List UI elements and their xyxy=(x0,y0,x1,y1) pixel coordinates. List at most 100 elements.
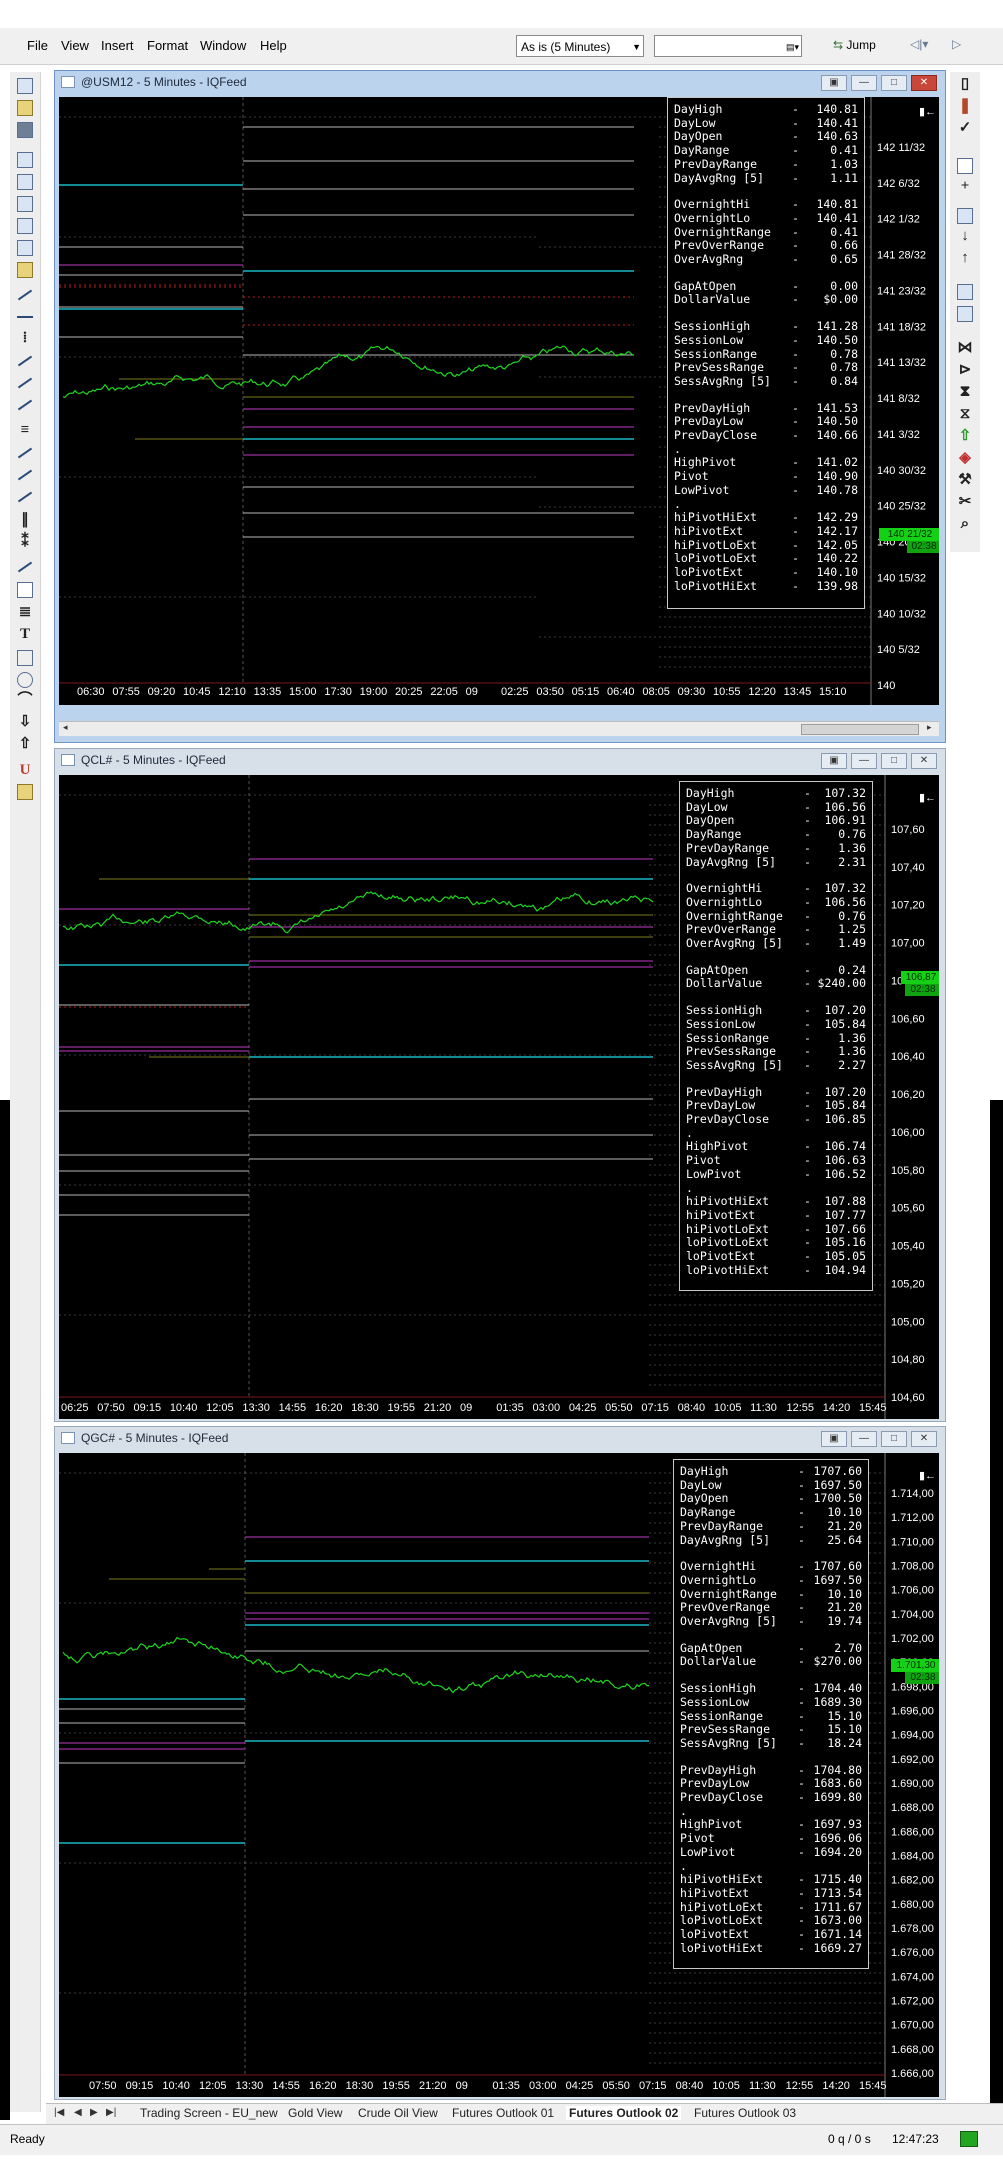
menu-file[interactable]: File xyxy=(27,38,48,53)
window2-icon[interactable] xyxy=(957,306,973,322)
first-sheet-icon[interactable]: |◀ xyxy=(54,2107,64,2118)
arrow-up-icon[interactable]: ⇧ xyxy=(17,736,33,752)
scroll-right-icon[interactable]: ▸ xyxy=(927,722,932,733)
open-folder-icon[interactable] xyxy=(17,100,33,116)
gann-fan-icon[interactable] xyxy=(17,491,33,503)
jump-button[interactable]: ⇆ Jump xyxy=(833,38,876,52)
pencil-icon[interactable] xyxy=(17,561,33,573)
crosshair-icon[interactable]: + xyxy=(957,178,973,194)
maximize-button[interactable]: □ xyxy=(881,75,907,91)
stat-value: 106.85 xyxy=(824,1112,866,1127)
pin-icon[interactable]: ▮← xyxy=(919,791,936,804)
maximize-button[interactable]: □ xyxy=(881,1431,907,1447)
expand-icon[interactable]: ⧖ xyxy=(957,406,973,422)
fan-icon[interactable] xyxy=(17,399,33,411)
cursor-icon[interactable]: ▯ xyxy=(957,76,973,92)
scissors-icon[interactable]: ✂ xyxy=(957,494,973,510)
price-plot[interactable]: 142 11/32 142 6/32 142 1/32 141 28/32 141 23… xyxy=(59,97,939,705)
window-icon[interactable] xyxy=(957,284,973,300)
channel-icon[interactable] xyxy=(17,355,33,367)
chart-window-usm12[interactable]: @USM12 - 5 Minutes - IQFeed ▣ — □ ✕ 142 … xyxy=(54,70,946,743)
menu-view[interactable]: View xyxy=(61,38,89,53)
ray-icon[interactable] xyxy=(17,316,33,318)
chart-window-qgc[interactable]: QGC# - 5 Minutes - IQFeed ▣ — □ ✕ 1.714,… xyxy=(54,1426,946,2100)
prev-sheet-icon[interactable]: ◀ xyxy=(74,2107,82,2118)
restore-icon[interactable]: ▣ xyxy=(821,1431,847,1447)
indicator-icon[interactable]: ❚ xyxy=(957,98,973,114)
sheet-tab-futures-outlook-01[interactable]: Futures Outlook 01 xyxy=(452,2106,554,2120)
comment-icon[interactable] xyxy=(957,208,973,224)
restore-icon[interactable]: ▣ xyxy=(821,753,847,769)
pin-icon[interactable]: ▮← xyxy=(919,105,936,118)
chart-title: QGC# - 5 Minutes - IQFeed xyxy=(81,1431,229,1445)
menu-help[interactable]: Help xyxy=(260,38,287,53)
scroll-thumb[interactable] xyxy=(801,724,919,735)
red-marker-icon[interactable]: ◈ xyxy=(957,450,973,466)
horizontal-scrollbar[interactable]: ◂ ▸ xyxy=(59,721,939,736)
menu-format[interactable]: Format xyxy=(147,38,188,53)
snap-icon[interactable] xyxy=(17,784,33,800)
nav-forward-icon[interactable]: ▷ xyxy=(952,37,961,51)
speed-line-icon[interactable] xyxy=(17,469,33,481)
sheet-tab-gold-view[interactable]: Gold View xyxy=(288,2106,342,2120)
sheet-tab-trading-screen[interactable]: Trading Screen - EU_new xyxy=(140,2106,278,2120)
list-icon[interactable]: ≣ xyxy=(17,604,33,620)
arrow-down-icon[interactable]: ⇩ xyxy=(17,714,33,730)
pitchfork-icon[interactable] xyxy=(17,377,33,389)
stat-value: 107.77 xyxy=(824,1207,866,1222)
minimize-button[interactable]: — xyxy=(851,75,877,91)
new-icon[interactable] xyxy=(17,78,33,94)
price-plot[interactable]: 1.714,00 1.712,00 1.710,00 1.708,00 1.706,00… xyxy=(59,1453,939,2097)
close-button[interactable]: ✕ xyxy=(911,1431,937,1447)
time-zones-icon[interactable]: ⁑ xyxy=(17,534,33,550)
grid-icon[interactable] xyxy=(17,582,33,598)
pointer-icon[interactable] xyxy=(957,158,973,174)
chart-icon[interactable] xyxy=(17,262,33,278)
sheet-tab-crude-oil-view[interactable]: Crude Oil View xyxy=(358,2106,438,2120)
save-icon[interactable] xyxy=(17,122,33,138)
page3-icon[interactable] xyxy=(17,196,33,212)
sheet-tab-futures-outlook-03[interactable]: Futures Outlook 03 xyxy=(694,2106,796,2120)
rectangle-icon[interactable] xyxy=(17,650,33,666)
maximize-button[interactable]: □ xyxy=(881,753,907,769)
arc-icon[interactable]: ⌒ xyxy=(17,692,33,708)
pin-icon[interactable]: ▮← xyxy=(919,1469,936,1482)
hourglass-icon[interactable]: ⧗ xyxy=(957,384,973,400)
trendline-icon[interactable] xyxy=(17,289,33,301)
close-button[interactable]: ✕ xyxy=(911,75,937,91)
green-arrow-icon[interactable]: ⇧ xyxy=(957,428,973,444)
scroll-left-icon[interactable]: ◂ xyxy=(63,722,68,733)
next-sheet-icon[interactable]: ▶ xyxy=(90,2107,98,2118)
close-button[interactable]: ✕ xyxy=(911,753,937,769)
magnet-icon[interactable]: U xyxy=(17,762,33,778)
interval-select[interactable]: As is (5 Minutes) ▼ xyxy=(516,35,644,57)
page4-icon[interactable] xyxy=(17,218,33,234)
cycle-lines-icon[interactable]: ∥ xyxy=(17,512,33,528)
menu-insert[interactable]: Insert xyxy=(101,38,134,53)
nav-back-icon[interactable]: ◁|▾ xyxy=(910,37,928,51)
tools-icon[interactable]: ⚒ xyxy=(957,472,973,488)
text-tool-icon[interactable]: T xyxy=(17,626,33,642)
minimize-button[interactable]: — xyxy=(851,1431,877,1447)
page5-icon[interactable] xyxy=(17,240,33,256)
restore-icon[interactable]: ▣ xyxy=(821,75,847,91)
chart-window-qcl[interactable]: QCL# - 5 Minutes - IQFeed ▣ — □ ✕ 107,60… xyxy=(54,748,946,1422)
menu-window[interactable]: Window xyxy=(200,38,246,53)
symbol-search-input[interactable]: ▤▾ xyxy=(654,35,802,57)
page2-icon[interactable] xyxy=(17,174,33,190)
zoom-fit-icon[interactable]: ⋈ xyxy=(957,340,973,356)
up-icon[interactable]: ↑ xyxy=(957,250,973,266)
minimize-button[interactable]: — xyxy=(851,753,877,769)
vertical-line-icon[interactable]: ⁞ xyxy=(17,330,33,346)
zoom-in-icon[interactable]: ⊳ xyxy=(957,362,973,378)
fib-retracement-icon[interactable]: ≡ xyxy=(17,422,33,438)
check-icon[interactable]: ✓ xyxy=(957,120,973,136)
fib-ext-icon[interactable] xyxy=(17,447,33,459)
price-plot[interactable]: 107,60107,40107,20107,00106,80106,60106,… xyxy=(59,775,939,1419)
page-icon[interactable] xyxy=(17,152,33,168)
sheet-tab-futures-outlook-02[interactable]: Futures Outlook 02 xyxy=(566,2106,682,2120)
down-icon[interactable]: ↓ xyxy=(957,228,973,244)
last-sheet-icon[interactable]: ▶| xyxy=(106,2107,116,2118)
magnifier-icon[interactable]: ⌕ xyxy=(957,516,973,532)
ellipse-icon[interactable] xyxy=(17,672,33,688)
